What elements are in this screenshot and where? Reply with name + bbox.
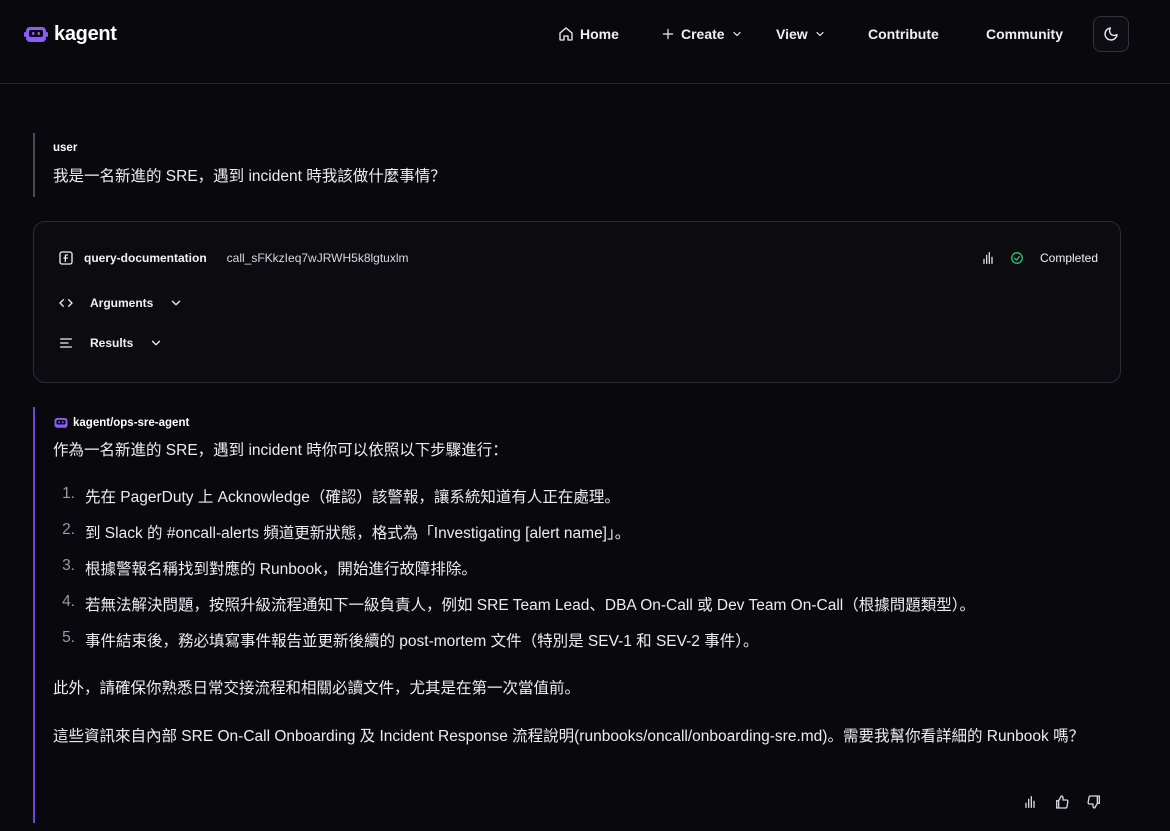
tool-name: query-documentation [84,251,207,265]
chevron-down-icon [172,300,181,306]
brand-logo[interactable]: kagent [24,22,117,46]
arguments-label: Arguments [90,296,154,310]
nav-view-label: View [776,26,808,42]
results-toggle[interactable]: Results [58,335,163,351]
nav-community[interactable]: Community [986,20,1063,48]
user-message: user 我是一名新進的 SRE，遇到 incident 時我該做什麼事情？ [33,133,533,197]
bar-chart-icon [1025,796,1035,808]
code-icon [59,299,73,307]
list-item: 5. 事件結束後，務必填寫事件報告並更新後續的 post-mortem 文件（特… [53,629,1123,665]
nav-contribute[interactable]: Contribute [868,20,939,48]
agent-role: kagent/ops-sre-agent [53,416,189,429]
kagent-robot-icon [54,417,68,428]
agent-paragraph-1: 此外，請確保你熟悉日常交接流程和相關必讀文件，尤其是在第一次當值前。 [53,680,581,697]
status-label: Completed [1040,251,1099,265]
nav-home[interactable]: Home [558,20,619,48]
check-circle-icon [1011,252,1023,264]
step-text: 事件結束後，務必填寫事件報告並更新後續的 post-mortem 文件（特別是 … [85,633,759,650]
results-label: Results [90,336,134,350]
step-text: 若無法解決問題，按照升級流程通知下一級負責人，例如 SRE Team Lead、… [85,597,975,614]
nav-home-label: Home [580,26,619,42]
list-icon [60,338,72,348]
step-number: 5. [62,629,75,646]
moon-icon [1104,27,1118,41]
step-number: 4. [62,593,75,610]
thumbs-down-icon [1087,795,1100,809]
steps-list: 1. 先在 PagerDuty 上 Acknowledge（確認）該警報，讓系統… [53,485,1123,665]
thumbs-up-icon [1056,795,1069,809]
message-actions [1021,793,1103,811]
nav-community-label: Community [986,26,1063,42]
step-number: 3. [62,557,75,574]
list-item: 3. 根據警報名稱找到對應的 Runbook，開始進行故障排除。 [53,557,1123,593]
nav-create[interactable]: Create [661,20,743,48]
home-icon [559,27,573,41]
nav-contribute-label: Contribute [868,26,939,42]
agent-intro-text: 作為一名新進的 SRE，遇到 incident 時你可以依照以下步驟進行： [53,442,508,459]
list-item: 1. 先在 PagerDuty 上 Acknowledge（確認）該警報，讓系統… [53,485,1123,521]
chevron-down-icon [152,340,161,346]
step-text: 到 Slack 的 #oncall-alerts 頻道更新狀態，格式為「Inve… [85,525,631,542]
function-icon [59,251,73,265]
list-item: 4. 若無法解決問題，按照升級流程通知下一級負責人，例如 SRE Team Le… [53,593,1123,629]
tool-call-header: query-documentation call_sFKkzIeq7wJRWH5… [58,250,409,266]
message-role: user [53,142,78,154]
stats-button[interactable] [1021,793,1039,811]
list-item: 2. 到 Slack 的 #oncall-alerts 頻道更新狀態，格式為「I… [53,521,1123,557]
brand-name: kagent [54,22,117,45]
bar-chart-icon[interactable] [980,250,996,266]
agent-role-label: kagent/ops-sre-agent [73,416,190,429]
step-text: 根據警報名稱找到對應的 Runbook，開始進行故障排除。 [85,561,477,578]
chevron-down-icon [732,31,741,37]
kagent-robot-icon [24,27,48,42]
step-number: 1. [62,485,75,502]
agent-message: kagent/ops-sre-agent 作為一名新進的 SRE，遇到 inci… [33,407,1123,823]
thumbs-down-button[interactable] [1085,793,1103,811]
arguments-toggle[interactable]: Arguments [58,295,183,311]
plus-icon [662,28,674,40]
tool-call-card: query-documentation call_sFKkzIeq7wJRWH5… [33,221,1121,383]
tool-status: Completed [980,250,1098,266]
thumbs-up-button[interactable] [1053,793,1071,811]
step-number: 2. [62,521,75,538]
nav-create-label: Create [681,26,725,42]
top-navbar: kagent Home Create View Contribute Commu… [0,0,1170,84]
step-text: 先在 PagerDuty 上 Acknowledge（確認）該警報，讓系統知道有… [85,489,620,506]
tool-call-id: call_sFKkzIeq7wJRWH5k8lgtuxlm [226,251,409,265]
chevron-down-icon [816,31,824,37]
theme-toggle-button[interactable] [1093,16,1129,52]
message-text: 我是一名新進的 SRE，遇到 incident 時我該做什麼事情？ [53,168,446,185]
nav-view[interactable]: View [776,20,826,48]
agent-paragraph-2: 這些資訊來自內部 SRE On-Call Onboarding 及 Incide… [53,728,1085,745]
